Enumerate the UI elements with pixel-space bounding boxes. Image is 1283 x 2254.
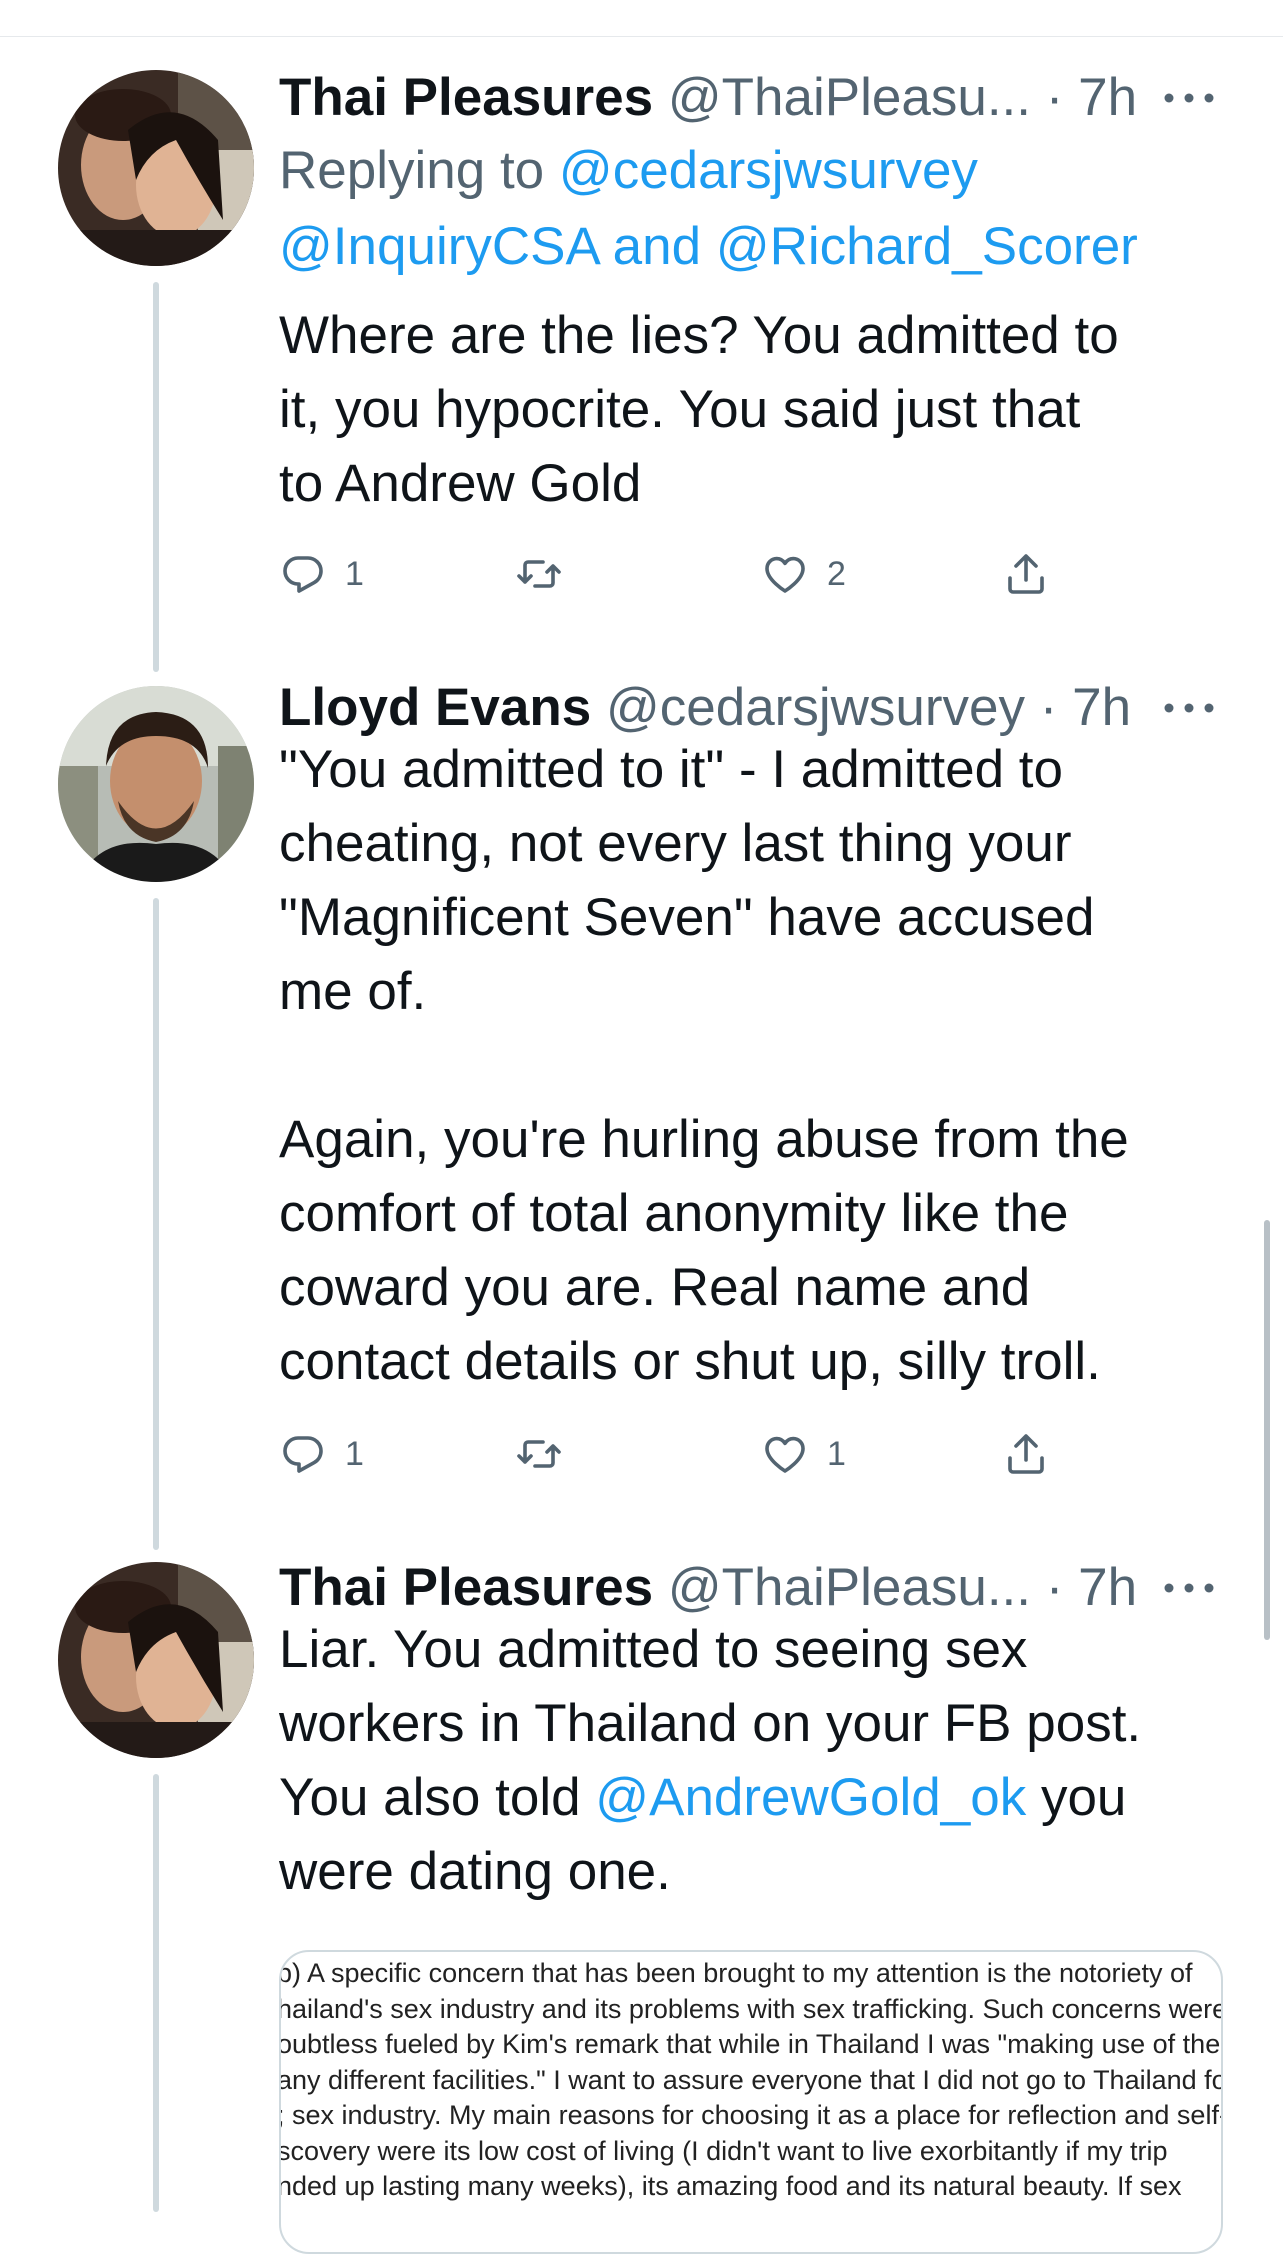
tweet-header: Thai Pleasures @ThaiPleasu... · 7h	[279, 68, 1239, 128]
like-count: 2	[827, 554, 846, 593]
display-name[interactable]: Thai Pleasures	[279, 68, 653, 127]
tweet-text-line: "You admitted to it" - I admitted to	[279, 740, 1063, 799]
retweet-button[interactable]	[515, 1417, 563, 1491]
separator-dot: ·	[1045, 68, 1064, 127]
tweet-text: Liar. You admitted to seeing sex workers…	[279, 1613, 1239, 1909]
tweet-text: Where are the lies? You admitted to it, …	[279, 299, 1239, 521]
replying-to: Replying to @cedarsjwsurvey @InquiryCSA …	[279, 133, 1239, 285]
timestamp[interactable]: 7h	[1078, 68, 1137, 127]
display-name[interactable]: Thai Pleasures	[279, 1558, 653, 1617]
tweet-header: Thai Pleasures @ThaiPleasu... · 7h	[279, 1558, 1239, 1618]
mention-link[interactable]: @AndrewGold_ok	[595, 1768, 1026, 1827]
mention-link[interactable]: @InquiryCSA	[279, 217, 598, 276]
like-count: 1	[827, 1434, 846, 1473]
tweet-text: "You admitted to it" - I admitted to che…	[279, 733, 1239, 1399]
avatar-thai-pleasures[interactable]	[58, 1562, 254, 1758]
like-button[interactable]: 1	[761, 1417, 846, 1491]
document-line: oubtless fueled by Kim's remark that whi…	[279, 2029, 1221, 2059]
tweet-text-line: workers in Thailand on your FB post.	[279, 1694, 1142, 1753]
replying-and: and	[597, 217, 716, 276]
tweet-text-line: Where are the lies? You admitted to	[279, 306, 1119, 365]
text-segment: You also told	[279, 1768, 596, 1827]
scrollbar[interactable]	[1264, 1220, 1270, 1640]
thread-line	[153, 1774, 159, 2212]
tweet-text-line: coward you are. Real name and	[279, 1258, 1031, 1317]
share-button[interactable]	[1002, 537, 1050, 611]
retweet-icon	[517, 1440, 561, 1468]
mention-link[interactable]: @Richard_Scorer	[716, 217, 1138, 276]
reply-count: 1	[345, 1434, 364, 1473]
document-line: ; sex industry. My main reasons for choo…	[279, 2100, 1223, 2130]
tweet-text-line: me of.	[279, 962, 427, 1021]
document-line: scovery were its low cost of living (I d…	[279, 2135, 1168, 2166]
username[interactable]: @ThaiPleasu...	[668, 68, 1031, 127]
thread-line	[153, 282, 159, 672]
tweet-text-line: "Magnificent Seven" have accused	[279, 888, 1095, 947]
separator-dot: ·	[1039, 678, 1058, 737]
separator-dot: ·	[1045, 1558, 1064, 1617]
tweet-actions: 1 1	[279, 1417, 1239, 1491]
text-segment: you	[1026, 1768, 1127, 1827]
tweet-header: Lloyd Evans @cedarsjwsurvey · 7h	[279, 678, 1239, 738]
share-icon	[1008, 554, 1044, 594]
tweet-text-line: comfort of total anonymity like the	[279, 1184, 1069, 1243]
avatar-lloyd-evans[interactable]	[58, 686, 254, 882]
mention-link[interactable]: @cedarsjwsurvey	[559, 141, 978, 200]
share-button[interactable]	[1002, 1417, 1050, 1491]
like-button[interactable]: 2	[761, 537, 846, 611]
more-icon[interactable]	[1159, 1558, 1219, 1618]
document-line: hailand's sex industry and its problems …	[279, 1993, 1223, 2024]
top-divider	[0, 36, 1283, 37]
retweet-icon	[517, 560, 561, 588]
tweet-text-line: to Andrew Gold	[279, 454, 642, 513]
document-line: nded up lasting many weeks), its amazing…	[279, 2171, 1182, 2201]
tweet-text-line: cheating, not every last thing your	[279, 814, 1072, 873]
document-screenshot: b) A specific concern that has been brou…	[279, 1956, 1223, 2205]
reply-button[interactable]: 1	[279, 537, 364, 611]
like-icon	[765, 1436, 805, 1473]
username[interactable]: @ThaiPleasu...	[668, 1558, 1031, 1617]
attached-image[interactable]: b) A specific concern that has been brou…	[279, 1950, 1223, 2254]
tweet-3[interactable]: Thai Pleasures @ThaiPleasu... · 7h Liar.…	[279, 1558, 1239, 1909]
tweet-actions: 1 2	[279, 537, 1239, 611]
timestamp[interactable]: 7h	[1078, 1558, 1137, 1617]
tweet-2[interactable]: Lloyd Evans @cedarsjwsurvey · 7h "You ad…	[279, 678, 1239, 1491]
reply-button[interactable]: 1	[279, 1417, 364, 1491]
tweet-text-line: it, you hypocrite. You said just that	[279, 380, 1081, 439]
username[interactable]: @cedarsjwsurvey	[606, 678, 1025, 737]
timestamp[interactable]: 7h	[1072, 678, 1131, 737]
avatar-thai-pleasures[interactable]	[58, 70, 254, 266]
more-icon[interactable]	[1159, 68, 1219, 128]
retweet-button[interactable]	[515, 537, 563, 611]
tweet-text-line	[279, 1029, 1239, 1103]
tweet-text-line: Liar. You admitted to seeing sex	[279, 1620, 1028, 1679]
reply-icon	[283, 556, 323, 593]
reply-count: 1	[345, 554, 364, 593]
like-icon	[765, 556, 805, 593]
more-icon[interactable]	[1159, 678, 1219, 738]
tweet-text-line: were dating one.	[279, 1842, 671, 1901]
display-name[interactable]: Lloyd Evans	[279, 678, 591, 737]
share-icon	[1008, 1434, 1044, 1474]
thread-line	[153, 898, 159, 1550]
reply-icon	[283, 1436, 323, 1473]
document-line: b) A specific concern that has been brou…	[279, 1958, 1193, 1988]
tweet-text-line: contact details or shut up, silly troll.	[279, 1332, 1101, 1391]
tweet-text-line: Again, you're hurling abuse from the	[279, 1110, 1129, 1169]
replying-prefix: Replying to	[279, 141, 559, 200]
tweet-1[interactable]: Thai Pleasures @ThaiPleasu... · 7h Reply…	[279, 68, 1239, 611]
tweet-text-line: You also told @AndrewGold_ok you	[279, 1761, 1239, 1835]
document-line: any different facilities." I want to ass…	[279, 2064, 1223, 2095]
